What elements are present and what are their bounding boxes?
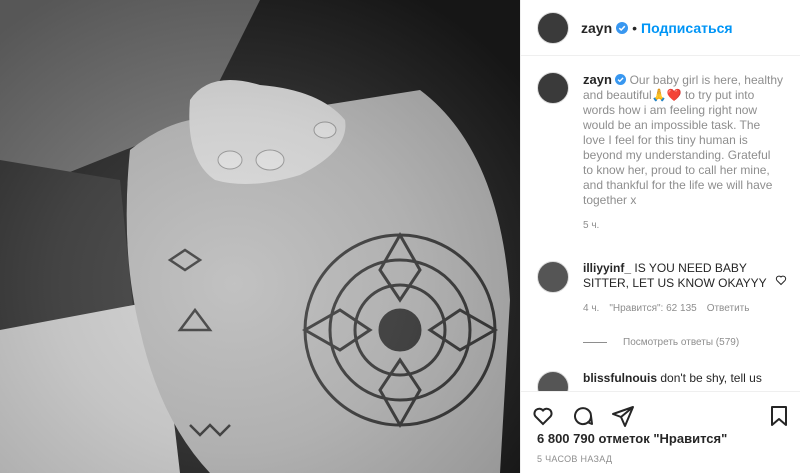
follow-button[interactable]: Подписаться (641, 20, 733, 36)
comment-meta: 4 ч. "Нравится": 62 135 Ответить (583, 303, 773, 314)
caption-timestamp[interactable]: 5 ч. (583, 220, 783, 231)
comment-item: blissfulnouis don't be shy, tell us (521, 371, 789, 391)
baby-hand-tattoo-photo (0, 0, 520, 473)
caption-text: Our baby girl is here, healthy and beaut… (583, 73, 784, 207)
likes-count[interactable]: 6 800 790 отметок "Нравится" (537, 431, 727, 446)
commenter-username[interactable]: blissfulnouis (583, 371, 657, 385)
header-separator: • (632, 19, 638, 36)
caption: zayn Our baby girl is here, healthy and … (521, 56, 800, 231)
caption-username[interactable]: zayn (583, 72, 612, 87)
commenter-avatar[interactable] (537, 371, 569, 391)
caption-avatar[interactable] (537, 72, 569, 104)
comment-body: blissfulnouis don't be shy, tell us (583, 371, 773, 391)
author-username[interactable]: zayn (581, 20, 612, 36)
caption-body: zayn Our baby girl is here, healthy and … (583, 72, 783, 208)
paper-plane-icon[interactable] (611, 404, 635, 428)
comment-item: illiyyinf_ IS YOU NEED BABY SITTER, LET … (521, 261, 789, 314)
post-header: zayn • Подписаться (521, 0, 800, 56)
view-replies[interactable]: Посмотреть ответы (579) (583, 337, 739, 348)
post-photo[interactable] (0, 0, 520, 473)
comment-text: don't be shy, tell us (660, 371, 762, 385)
comment-bubble-icon[interactable] (571, 404, 595, 428)
replies-divider (583, 342, 607, 343)
post-timestamp[interactable]: 5 ЧАСОВ НАЗАД (537, 454, 612, 464)
verified-badge-icon (615, 74, 627, 85)
comment-likes[interactable]: "Нравится": 62 135 (609, 303, 696, 314)
comment-body: illiyyinf_ IS YOU NEED BABY SITTER, LET … (583, 261, 773, 291)
heart-outline-icon[interactable] (775, 274, 787, 286)
comments-section[interactable]: zayn Our baby girl is here, healthy and … (521, 56, 800, 391)
comment-timestamp[interactable]: 4 ч. (583, 303, 599, 314)
author-avatar[interactable] (537, 11, 569, 44)
post-side-panel: zayn • Подписаться zayn Our baby girl is… (520, 0, 800, 473)
view-replies-label[interactable]: Посмотреть ответы (579) (623, 337, 739, 348)
verified-badge-icon (616, 21, 629, 34)
bookmark-icon[interactable] (767, 404, 791, 428)
heart-outline-icon[interactable] (531, 404, 555, 428)
commenter-avatar[interactable] (537, 261, 569, 293)
reply-button[interactable]: Ответить (707, 303, 750, 314)
commenter-username[interactable]: illiyyinf_ (583, 261, 631, 275)
